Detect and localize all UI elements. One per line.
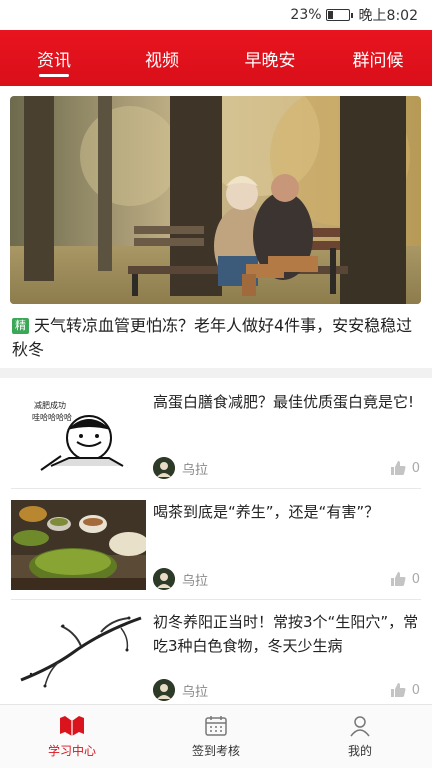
calendar-icon [205, 715, 227, 736]
author-name: 乌拉 [182, 462, 209, 478]
tab-greetings[interactable]: 早晚安 [216, 30, 324, 86]
nav-me[interactable]: 我的 [288, 705, 432, 768]
battery-percent: 23% [290, 7, 322, 23]
like-count: 0 [411, 460, 420, 476]
clock: 晚上8:02 [358, 8, 418, 24]
active-tab-indicator [39, 74, 69, 77]
section-divider [0, 368, 432, 378]
tab-group-greetings[interactable]: 群问候 [324, 30, 432, 86]
thumb-caption-line2: 哇哈哈哈哈 [32, 412, 72, 422]
featured-title-block: 精天气转凉血管更怕冻？老年人做好4件事，安安稳稳过秋冬 [12, 314, 417, 362]
like-count: 0 [411, 682, 420, 698]
nav-label: 学习中心 [47, 743, 96, 758]
article-item[interactable]: 减肥成功 哇哈哈哈哈 高蛋白膳食减肥？最佳优质蛋白竟是它! 乌拉 0 [0, 378, 432, 490]
tab-video[interactable]: 视频 [108, 30, 216, 86]
nav-study-center[interactable]: 学习中心 [0, 705, 144, 768]
like-count: 0 [411, 571, 420, 587]
tab-label: 资讯 [37, 50, 71, 71]
like-button[interactable]: 0 [390, 460, 420, 476]
bottom-nav: 学习中心 签到考核 我的 [0, 704, 432, 768]
nav-label: 签到考核 [191, 743, 240, 758]
list-divider [11, 488, 421, 489]
article-title: 高蛋白膳食减肥？最佳优质蛋白竟是它! [153, 393, 415, 411]
author-avatar [153, 457, 175, 479]
article-title: 初冬养阳正当时！常按3个“生阳穴”，常吃3种白色食物，冬天少生病 [153, 613, 419, 655]
author-name: 乌拉 [182, 573, 209, 589]
article-thumbnail: 减肥成功 哇哈哈哈哈 [11, 390, 146, 480]
featured-tag: 精 [12, 318, 29, 334]
book-icon [60, 715, 84, 736]
featured-image [10, 96, 421, 304]
article-title: 喝茶到底是“养生”，还是“有害”？ [153, 503, 380, 521]
user-icon [350, 715, 370, 736]
article-meta: 乌拉 0 [153, 568, 420, 590]
featured-article[interactable]: 精天气转凉血管更怕冻？老年人做好4件事，安安稳稳过秋冬 [0, 86, 432, 370]
thumb-caption-line1: 减肥成功 [34, 400, 66, 410]
article-item[interactable]: 初冬养阳正当时！常按3个“生阳穴”，常吃3种白色食物，冬天少生病 乌拉 0 [0, 600, 432, 704]
author-name: 乌拉 [182, 684, 209, 700]
thumbs-up-icon [390, 683, 406, 697]
tab-news[interactable]: 资讯 [0, 30, 108, 86]
article-thumbnail [11, 500, 146, 590]
top-tab-bar: 资讯 视频 早晚安 群问候 [0, 30, 432, 86]
tab-label: 视频 [145, 50, 179, 71]
battery-icon [325, 9, 353, 21]
tab-label: 早晚安 [244, 50, 296, 71]
article-thumbnail [11, 610, 146, 700]
author-avatar [153, 568, 175, 590]
featured-title: 天气转凉血管更怕冻？老年人做好4件事，安安稳稳过秋冬 [12, 316, 413, 359]
author-avatar [153, 679, 175, 701]
nav-label: 我的 [347, 743, 372, 758]
nav-checkin[interactable]: 签到考核 [144, 705, 288, 768]
tab-label: 群问候 [352, 50, 404, 71]
article-meta: 乌拉 0 [153, 457, 420, 479]
like-button[interactable]: 0 [390, 682, 420, 698]
status-bar: 23% 晚上8:02 [0, 0, 432, 30]
like-button[interactable]: 0 [390, 571, 420, 587]
article-meta: 乌拉 0 [153, 679, 420, 701]
thumbs-up-icon [390, 461, 406, 475]
thumbs-up-icon [390, 572, 406, 586]
article-item[interactable]: 喝茶到底是“养生”，还是“有害”？ 乌拉 0 [0, 490, 432, 600]
